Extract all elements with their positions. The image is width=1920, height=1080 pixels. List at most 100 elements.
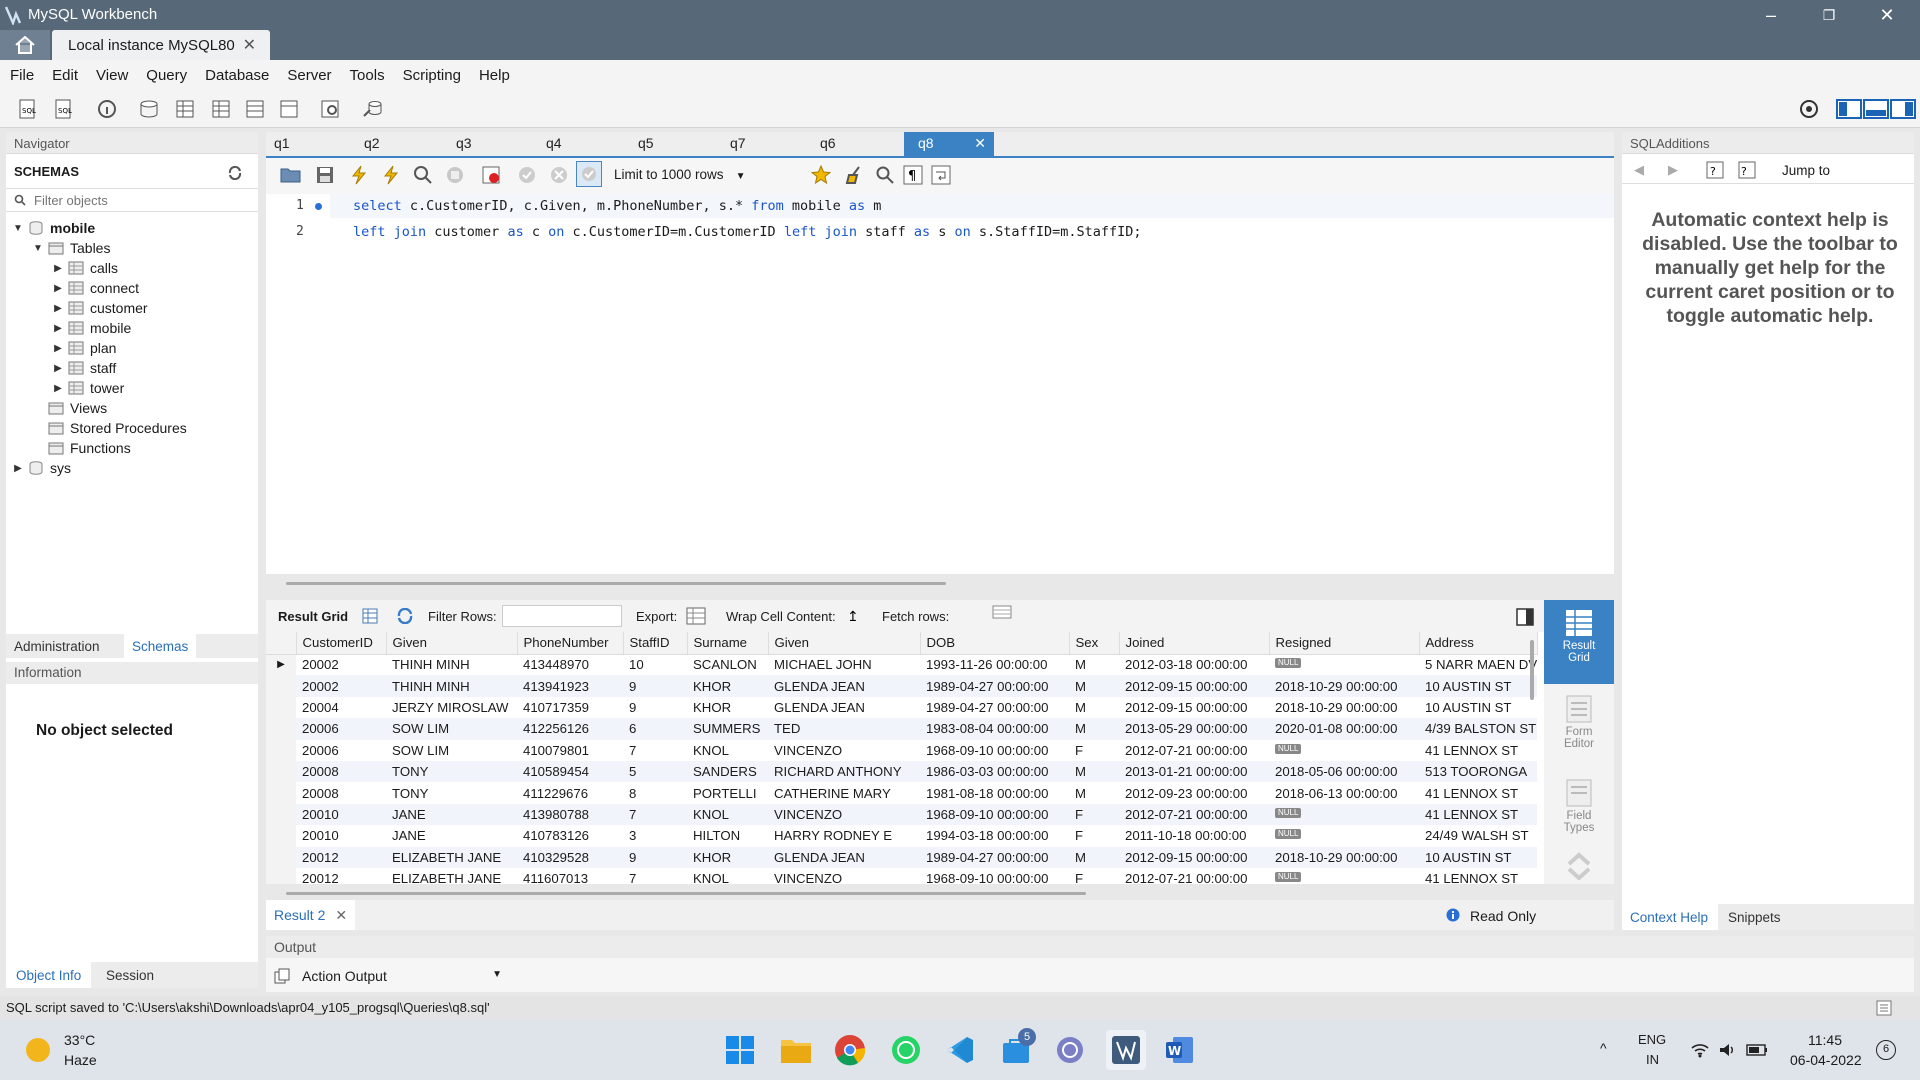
fetch-rows-icon[interactable] <box>992 604 1014 622</box>
rollback-button[interactable] <box>546 162 572 188</box>
table-cell[interactable]: KNOL <box>687 803 768 826</box>
clock-date[interactable]: 06-04-2022 <box>1790 1052 1862 1068</box>
tab-session[interactable]: Session <box>106 968 154 983</box>
result-tab[interactable]: Result 2 ✕ <box>266 900 356 930</box>
menu-server[interactable]: Server <box>287 60 341 90</box>
table-cell[interactable]: 411229676 <box>517 782 623 803</box>
close-button[interactable]: ✕ <box>1858 0 1916 30</box>
jump-to-label[interactable]: Jump to <box>1782 163 1830 178</box>
find-button[interactable] <box>872 162 898 188</box>
table-row[interactable]: ▶ 20002 THINH MINH 413448970 10 SCANLON MICHAE… <box>266 654 1537 676</box>
table-row[interactable]: 20012 ELIZABETH JANE 410329528 9 KHOR GLENDA … <box>266 846 1538 868</box>
table-cell[interactable]: GLENDA JEAN <box>768 697 920 718</box>
row-header[interactable] <box>266 782 296 804</box>
row-header[interactable] <box>266 675 296 697</box>
table-cell[interactable]: 41 LENNOX ST <box>1419 803 1538 826</box>
table-cell[interactable]: 1994-03-18 00:00:00 <box>920 825 1069 846</box>
table-cell[interactable]: 5 <box>623 760 687 783</box>
table-cell[interactable]: KNOL <box>687 868 768 884</box>
table-cell[interactable]: JERZY MIROSLAW <box>386 697 517 718</box>
table-row[interactable]: 20010 JANE 413980788 7 KNOL VINCENZO 1968-09-1… <box>266 803 1538 826</box>
table-cell[interactable]: M <box>1069 782 1119 803</box>
table-cell[interactable]: GLENDA JEAN <box>768 675 920 697</box>
table-cell[interactable]: M <box>1069 846 1119 868</box>
row-header[interactable] <box>266 825 296 847</box>
table-row[interactable]: 20010 JANE 410783126 3 HILTON HARRY RODNEY E 1… <box>266 825 1537 847</box>
save-button[interactable] <box>312 162 338 188</box>
refresh-icon[interactable] <box>396 608 414 624</box>
table-cell[interactable]: KHOR <box>687 675 768 697</box>
table-cell[interactable]: 20006 <box>296 718 386 740</box>
table-cell[interactable]: 41 LENNOX ST <box>1419 740 1537 761</box>
menu-view[interactable]: View <box>96 60 138 90</box>
table-cell[interactable]: 1993-11-26 00:00:00 <box>920 654 1069 675</box>
table-cell[interactable]: 20010 <box>296 803 386 826</box>
refresh-icon[interactable] <box>228 166 242 180</box>
row-header[interactable] <box>266 803 296 826</box>
collapse-icon[interactable]: ▼ <box>32 243 44 254</box>
table-cell[interactable]: NULL <box>1269 740 1419 761</box>
mysql-workbench-taskbar-button[interactable] <box>1106 1030 1146 1070</box>
table-row[interactable]: 20008 TONY 411229676 8 PORTELLI CATHERINE MAR… <box>266 782 1537 804</box>
row-header[interactable] <box>266 718 296 740</box>
table-cell[interactable]: VINCENZO <box>768 868 920 884</box>
search-table-data-button[interactable] <box>318 96 344 122</box>
beautify-button[interactable] <box>842 162 868 188</box>
table-cell[interactable]: 10 <box>623 654 687 675</box>
reconnect-button[interactable] <box>360 96 386 122</box>
table-cell[interactable]: F <box>1069 868 1119 884</box>
collapse-icon[interactable]: ▼ <box>12 223 24 234</box>
word-button[interactable]: W <box>1160 1030 1200 1070</box>
tab-context-help[interactable]: Context Help <box>1622 904 1719 930</box>
filter-rows-input[interactable] <box>502 605 622 627</box>
table-cell[interactable]: 24/49 WALSH ST <box>1419 825 1537 846</box>
tab-q3[interactable]: q3 <box>456 135 472 151</box>
close-tab-icon[interactable]: ✕ <box>243 35 256 55</box>
table-cell[interactable]: 20010 <box>296 825 386 846</box>
schema-sys[interactable]: ▶ sys <box>12 458 71 478</box>
grid-icon[interactable] <box>362 608 378 624</box>
forward-icon[interactable]: ▶ <box>1668 162 1678 178</box>
menu-tools[interactable]: Tools <box>350 60 395 90</box>
column-header[interactable]: Given <box>386 632 518 655</box>
create-function-button[interactable] <box>276 96 302 122</box>
table-cell[interactable]: VINCENZO <box>768 740 920 761</box>
weather-icon[interactable] <box>26 1038 50 1062</box>
copy-icon[interactable] <box>274 968 290 984</box>
table-cell[interactable]: 2012-09-23 00:00:00 <box>1119 782 1269 803</box>
restore-button[interactable]: ❐ <box>1800 0 1858 30</box>
column-header[interactable]: CustomerID <box>296 632 387 655</box>
table-cell[interactable]: M <box>1069 654 1119 675</box>
table-cell[interactable]: 8 <box>623 782 687 803</box>
create-schema-button[interactable] <box>136 96 162 122</box>
schema-mobile[interactable]: ▼ mobile <box>12 218 95 238</box>
tab-q7[interactable]: q7 <box>730 135 746 151</box>
wrap-cell-icon[interactable]: ↥ <box>846 608 862 624</box>
tab-schemas[interactable]: Schemas <box>124 634 197 658</box>
table-cell[interactable]: 413941923 <box>517 675 623 697</box>
show-hidden-icons[interactable]: ^ <box>1600 1040 1607 1056</box>
table-cell[interactable]: NULL <box>1269 803 1419 826</box>
stop-button[interactable] <box>442 162 468 188</box>
menu-database[interactable]: Database <box>205 60 279 90</box>
table-connect[interactable]: ▶ connect <box>52 278 139 298</box>
table-cell[interactable]: 20002 <box>296 654 386 675</box>
open-file-button[interactable] <box>278 162 304 188</box>
connection-tab[interactable]: Local instance MySQL80 ✕ <box>52 30 270 60</box>
table-cell[interactable]: 2018-06-13 00:00:00 <box>1269 782 1419 803</box>
row-header[interactable] <box>266 696 296 719</box>
column-header[interactable]: Sex <box>1069 632 1120 655</box>
table-row[interactable]: 20002 THINH MINH 413941923 9 KHOR GLENDA JEAN… <box>266 675 1538 697</box>
expand-icon[interactable]: ▶ <box>52 283 64 294</box>
table-cell[interactable]: 20006 <box>296 740 386 761</box>
table-cell[interactable]: MICHAEL JOHN <box>768 654 920 675</box>
expand-collapse-icon[interactable] <box>1566 852 1592 880</box>
table-cell[interactable]: 2018-10-29 00:00:00 <box>1269 846 1419 868</box>
new-sql-tab-button[interactable]: SQL <box>14 96 40 122</box>
table-cell[interactable]: 10 AUSTIN ST <box>1419 697 1537 718</box>
table-cell[interactable]: 2013-01-21 00:00:00 <box>1119 760 1269 783</box>
table-cell[interactable]: VINCENZO <box>768 803 920 826</box>
filter-objects-input[interactable] <box>34 192 234 208</box>
table-cell[interactable]: RICHARD ANTHONY <box>768 760 920 783</box>
manual-help-icon[interactable]: ? <box>1706 161 1724 179</box>
